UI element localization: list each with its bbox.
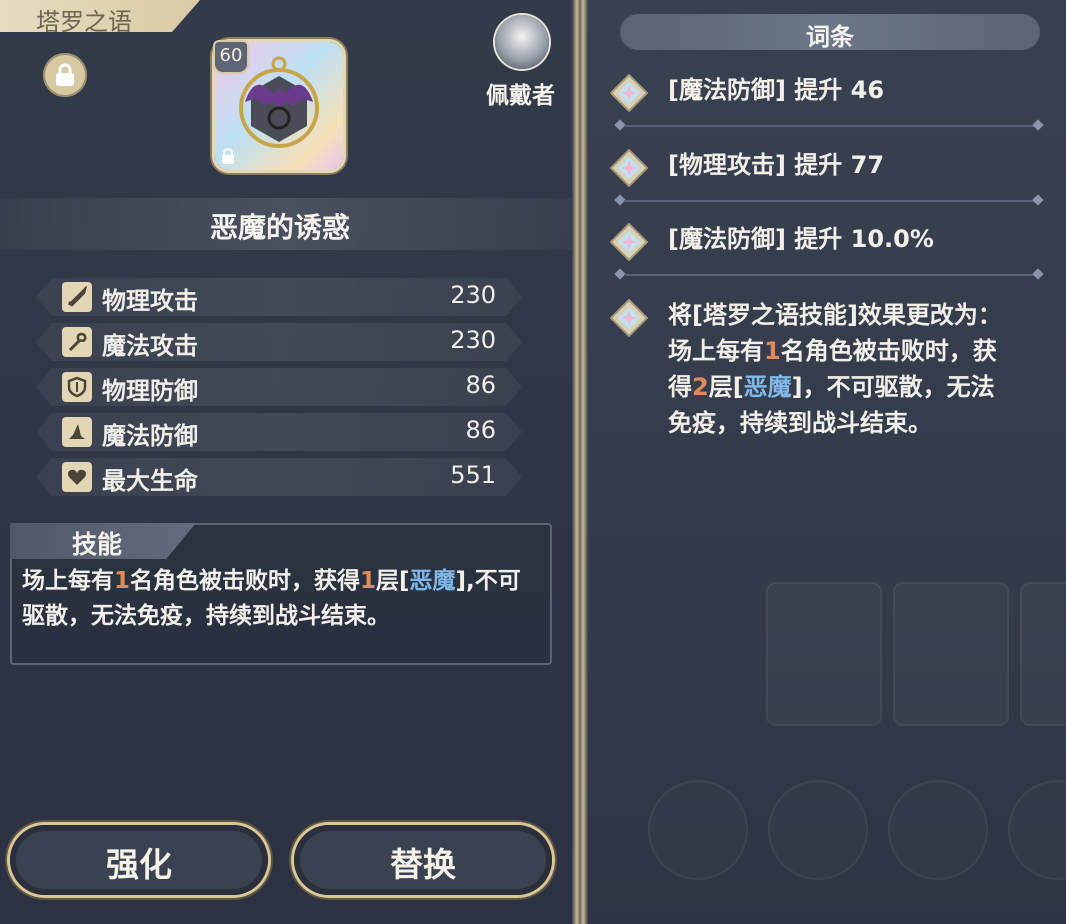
stat-value: 86 bbox=[465, 416, 496, 444]
skill-title: 技能 bbox=[72, 530, 123, 559]
category-tab: 塔罗之语 bbox=[0, 0, 200, 32]
skill-number: 1 bbox=[360, 568, 377, 594]
skill-number: 1 bbox=[114, 568, 131, 594]
term-separator bbox=[614, 119, 1044, 132]
enhance-button[interactable]: 强化 bbox=[10, 825, 268, 895]
stat-label: 物理攻击 bbox=[102, 287, 198, 315]
term-separator bbox=[614, 268, 1044, 281]
terms-header: 词条 bbox=[620, 14, 1040, 51]
stat-value: 551 bbox=[450, 461, 496, 489]
term-number: 1 bbox=[764, 337, 781, 365]
term-special-text: 将[塔罗之语技能]效果更改为：场上每有1名角色被击败时，获得2层[恶魔]，不可驱… bbox=[668, 301, 1002, 437]
stat-label: 最大生命 bbox=[102, 467, 198, 495]
panel-divider bbox=[572, 0, 588, 924]
wearer-label: 佩戴者 bbox=[486, 83, 555, 109]
stat-label: 物理防御 bbox=[102, 377, 198, 405]
replace-button[interactable]: 替换 bbox=[294, 825, 552, 895]
stat-label: 魔法防御 bbox=[102, 422, 198, 450]
terms-title: 词条 bbox=[806, 23, 854, 51]
stat-row-magic-defense: 魔法防御 86 bbox=[36, 413, 522, 451]
stat-row-physical-attack: 物理攻击 230 bbox=[36, 278, 522, 316]
term-text: [物理攻击] 提升 77 bbox=[668, 151, 885, 179]
enhance-button-label: 强化 bbox=[106, 845, 172, 884]
stat-value: 230 bbox=[450, 281, 496, 309]
diamond-gem-icon bbox=[610, 299, 648, 337]
term-text: [魔法防御] 提升 10.0% bbox=[668, 225, 934, 253]
stat-row-physical-defense: 物理防御 86 bbox=[36, 368, 522, 406]
wizard-hat-icon bbox=[62, 417, 92, 447]
card-detail-panel: 塔罗之语 60 佩戴者 恶魔的诱惑 物理攻击 230 魔法攻击 230 物理防御… bbox=[0, 0, 572, 924]
background-card bbox=[893, 582, 1009, 726]
diamond-gem-icon bbox=[610, 223, 648, 261]
term-number: 2 bbox=[692, 373, 709, 401]
skill-tab: 技能 bbox=[10, 523, 196, 559]
background-card bbox=[1020, 582, 1066, 726]
shield-icon bbox=[62, 372, 92, 402]
stat-value: 86 bbox=[465, 371, 496, 399]
stat-row-magic-attack: 魔法攻击 230 bbox=[36, 323, 522, 361]
padlock-icon bbox=[56, 63, 74, 86]
stat-value: 230 bbox=[450, 326, 496, 354]
stat-row-max-hp: 最大生命 551 bbox=[36, 458, 522, 496]
diamond-gem-icon bbox=[610, 149, 648, 187]
lock-button[interactable] bbox=[43, 53, 87, 97]
skill-keyword-link[interactable]: 恶魔 bbox=[410, 568, 456, 594]
tarot-card-image: 60 bbox=[213, 40, 343, 170]
category-tab-label: 塔罗之语 bbox=[36, 8, 132, 36]
staff-icon bbox=[62, 327, 92, 357]
card-lock-icon bbox=[222, 148, 234, 164]
terms-panel: 词条 [魔法防御] 提升 46 [物理攻击] 提升 77 [魔法防御] 提升 1… bbox=[588, 0, 1066, 924]
sword-icon bbox=[62, 282, 92, 312]
background-slot bbox=[1008, 780, 1066, 880]
background-card bbox=[766, 582, 882, 726]
wearer-avatar[interactable] bbox=[495, 15, 549, 69]
diamond-gem-icon bbox=[610, 74, 648, 112]
term-keyword-link[interactable]: 恶魔 bbox=[744, 373, 792, 401]
replace-button-label: 替换 bbox=[390, 845, 456, 884]
card-level-badge: 60 bbox=[213, 40, 249, 74]
skill-description: 场上每有1名角色被击败时，获得1层[恶魔],不可驱散，无法免疫，持续到战斗结束。 bbox=[22, 568, 521, 629]
background-slot bbox=[888, 780, 988, 880]
term-text: [魔法防御] 提升 46 bbox=[668, 76, 885, 104]
term-separator bbox=[614, 194, 1044, 207]
heart-icon bbox=[62, 462, 92, 492]
background-slot bbox=[648, 780, 748, 880]
background-slot bbox=[768, 780, 868, 880]
stat-label: 魔法攻击 bbox=[102, 332, 198, 360]
card-name: 恶魔的诱惑 bbox=[209, 211, 350, 244]
